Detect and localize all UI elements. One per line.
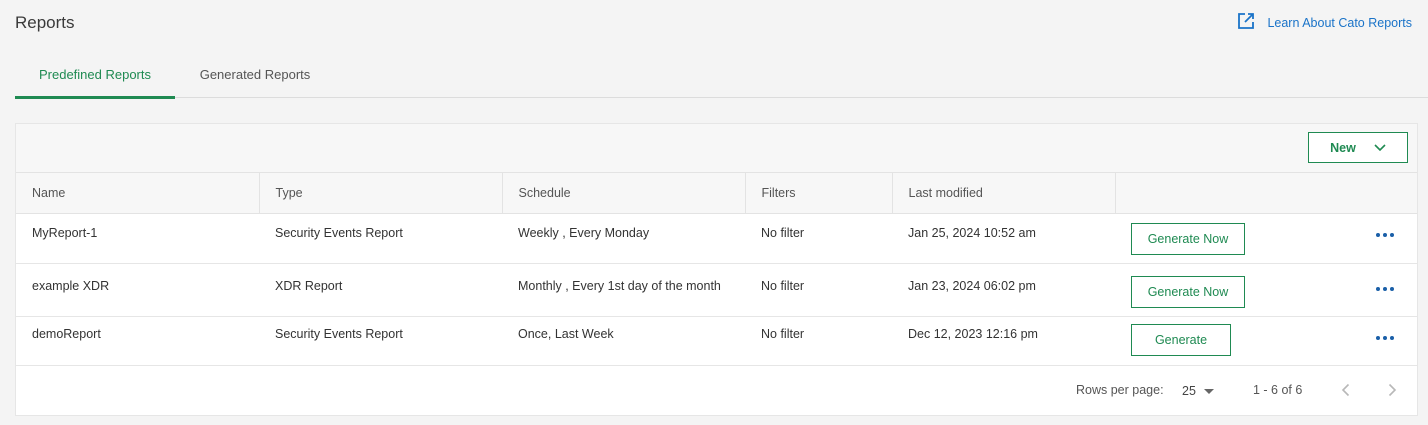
cell-filters: No filter xyxy=(745,263,892,317)
table-row: example XDR XDR Report Monthly , Every 1… xyxy=(16,263,1417,317)
chevron-left-icon[interactable] xyxy=(1336,380,1356,400)
column-header-type[interactable]: Type xyxy=(259,173,503,214)
cell-schedule: Once, Last Week xyxy=(502,316,745,366)
cell-schedule: Monthly , Every 1st day of the month xyxy=(502,263,745,317)
cell-actions: Generate xyxy=(1115,316,1417,366)
new-report-button[interactable]: New xyxy=(1308,132,1408,163)
more-horizontal-icon[interactable] xyxy=(1375,284,1395,294)
column-header-actions xyxy=(1115,173,1417,214)
reports-toolbar: New xyxy=(16,124,1417,173)
table-row: demoReport Security Events Report Once, … xyxy=(16,316,1417,366)
more-horizontal-icon[interactable] xyxy=(1375,230,1395,240)
column-header-last-modified[interactable]: Last modified xyxy=(892,173,1116,214)
caret-down-icon xyxy=(1203,388,1214,394)
generate-now-button[interactable]: Generate Now xyxy=(1131,222,1245,255)
page-title: Reports xyxy=(15,13,75,32)
generate-now-button[interactable]: Generate Now xyxy=(1131,275,1245,308)
cell-name: example XDR xyxy=(16,263,259,317)
learn-link-label: Learn About Cato Reports xyxy=(1267,15,1412,30)
tab-generated-reports[interactable]: Generated Reports xyxy=(175,50,335,98)
rows-per-page-select[interactable]: 25 xyxy=(1182,382,1222,400)
reports-table: Name Type Schedule Filters Last modified… xyxy=(16,173,1417,366)
cell-last-modified: Jan 25, 2024 10:52 am xyxy=(892,213,1115,264)
cell-filters: No filter xyxy=(745,213,892,264)
cell-last-modified: Dec 12, 2023 12:16 pm xyxy=(892,316,1115,366)
column-header-name[interactable]: Name xyxy=(16,173,260,214)
column-header-filters[interactable]: Filters xyxy=(745,173,893,214)
learn-about-reports-link[interactable]: Learn About Cato Reports xyxy=(1237,12,1412,33)
cell-type: Security Events Report xyxy=(259,213,502,264)
cell-last-modified: Jan 23, 2024 06:02 pm xyxy=(892,263,1115,317)
cell-type: XDR Report xyxy=(259,263,502,317)
cell-type: Security Events Report xyxy=(259,316,502,366)
external-link-icon xyxy=(1237,12,1255,33)
cell-name: MyReport-1 xyxy=(16,213,259,264)
cell-schedule: Weekly , Every Monday xyxy=(502,213,745,264)
cell-filters: No filter xyxy=(745,316,892,366)
table-header-row: Name Type Schedule Filters Last modified xyxy=(16,173,1417,214)
tab-bar: Predefined Reports Generated Reports xyxy=(15,50,1428,99)
rows-per-page-value: 25 xyxy=(1182,384,1196,398)
chevron-right-icon[interactable] xyxy=(1382,380,1402,400)
generate-button[interactable]: Generate xyxy=(1131,323,1231,356)
rows-per-page-label: Rows per page: xyxy=(1076,383,1164,397)
new-button-label: New xyxy=(1330,140,1356,155)
cell-actions: Generate Now xyxy=(1115,213,1417,264)
reports-page: Reports Learn About Cato Reports Predefi… xyxy=(0,0,1428,425)
cell-name: demoReport xyxy=(16,316,259,366)
column-header-schedule[interactable]: Schedule xyxy=(502,173,746,214)
table-pagination: Rows per page: 25 1 - 6 of 6 xyxy=(16,363,1417,415)
table-row: MyReport-1 Security Events Report Weekly… xyxy=(16,213,1417,264)
pagination-range: 1 - 6 of 6 xyxy=(1253,383,1303,397)
reports-card: New Name Type Schedule Filters Last modi… xyxy=(15,123,1418,416)
cell-actions: Generate Now xyxy=(1115,263,1417,317)
tab-predefined-reports[interactable]: Predefined Reports xyxy=(15,50,175,99)
more-horizontal-icon[interactable] xyxy=(1375,333,1395,343)
chevron-down-icon xyxy=(1374,141,1386,155)
